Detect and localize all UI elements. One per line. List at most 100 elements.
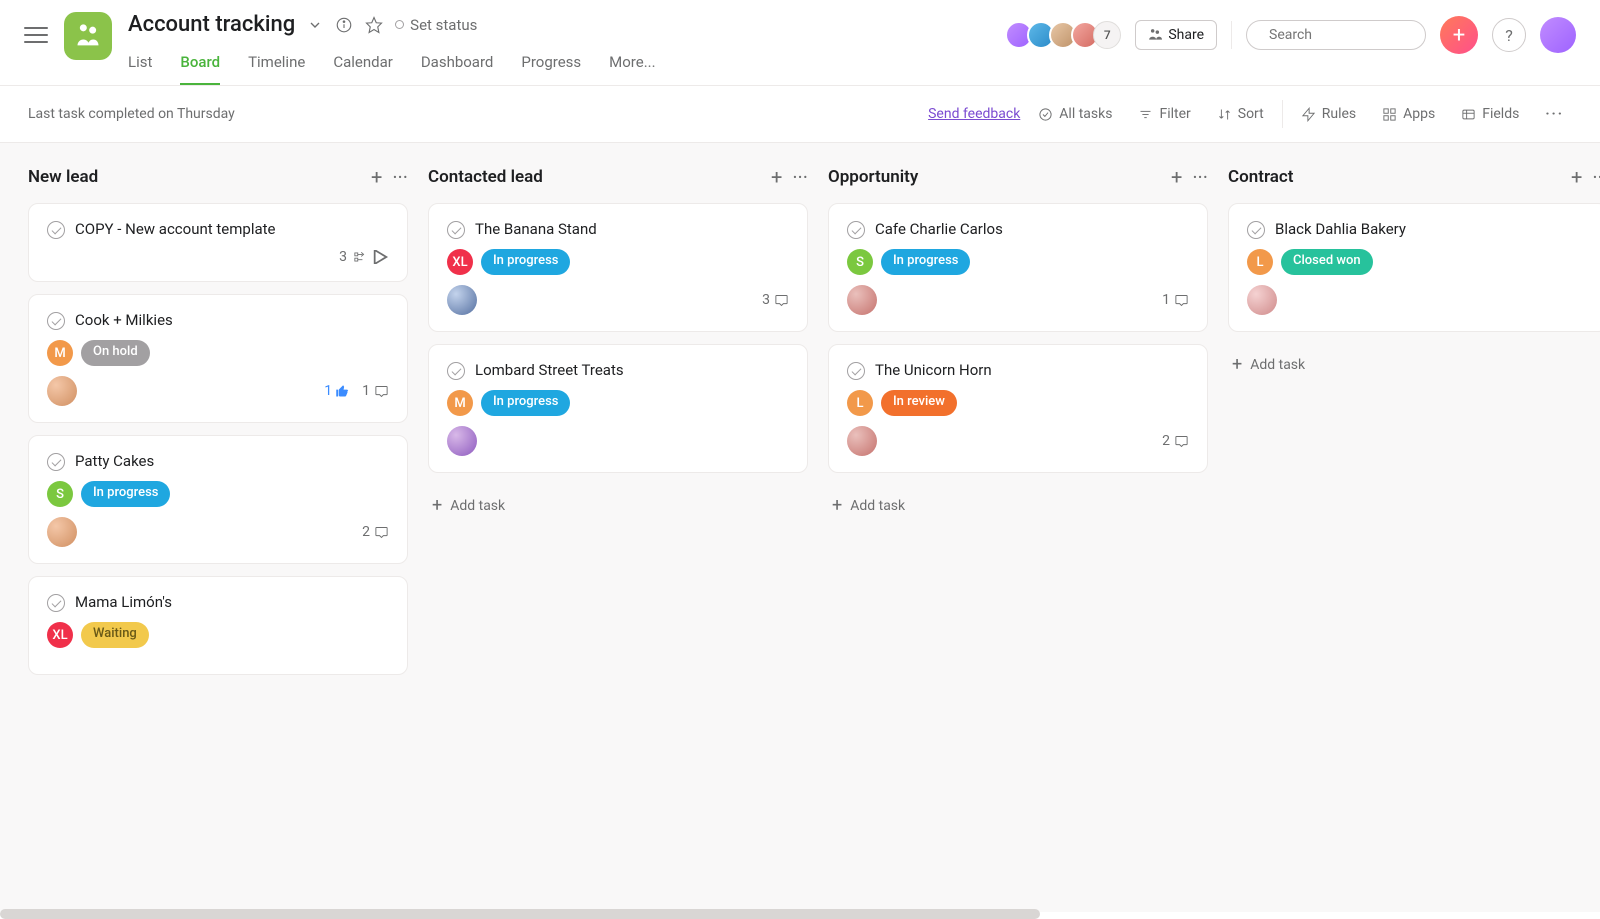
card-name: Cafe Charlie Carlos xyxy=(875,220,1003,238)
tab-dashboard[interactable]: Dashboard xyxy=(421,45,494,85)
set-status[interactable]: Set status xyxy=(395,16,477,34)
project-title[interactable]: Account tracking xyxy=(128,12,295,37)
assignee-avatar[interactable] xyxy=(847,426,877,456)
column-title[interactable]: New lead xyxy=(28,167,361,187)
assignee-avatar[interactable] xyxy=(447,285,477,315)
member-avatars[interactable]: 7 xyxy=(1011,21,1121,49)
tag-pill[interactable]: Closed won xyxy=(1281,249,1373,275)
card[interactable]: Black Dahlia BakeryLClosed won xyxy=(1228,203,1600,332)
apps-button[interactable]: Apps xyxy=(1374,102,1443,126)
tag-pill[interactable]: L xyxy=(1247,249,1273,275)
column-title[interactable]: Contract xyxy=(1228,167,1561,187)
complete-toggle[interactable] xyxy=(47,312,65,330)
fields-button[interactable]: Fields xyxy=(1453,102,1527,126)
tag-pill[interactable]: In review xyxy=(881,390,957,416)
help-button[interactable]: ? xyxy=(1492,18,1526,52)
tag-pill[interactable]: In progress xyxy=(881,249,970,275)
card[interactable]: Cook + MilkiesMOn hold1 1 xyxy=(28,294,408,423)
assignee-avatar[interactable] xyxy=(447,426,477,456)
card-name: COPY - New account template xyxy=(75,220,276,238)
more-options[interactable]: ··· xyxy=(1537,102,1572,126)
add-task-button[interactable]: + Add task xyxy=(1228,344,1600,385)
assignee-avatar[interactable] xyxy=(47,517,77,547)
filter-button[interactable]: Filter xyxy=(1130,102,1198,126)
tab-more[interactable]: More... xyxy=(609,45,655,85)
card[interactable]: The Banana StandXLIn progress3 xyxy=(428,203,808,332)
card[interactable]: Cafe Charlie CarlosS In progress 1 xyxy=(828,203,1208,332)
tag-pill[interactable]: XL xyxy=(47,622,73,648)
tag-pill[interactable]: XL xyxy=(447,249,473,275)
tag-pill[interactable]: Waiting xyxy=(81,622,149,648)
column-menu[interactable]: ··· xyxy=(1592,167,1600,187)
quick-add-button[interactable]: + xyxy=(1440,16,1478,54)
search-input[interactable] xyxy=(1246,20,1426,50)
add-card-button[interactable]: + xyxy=(1171,167,1182,187)
comment-count[interactable]: 1 xyxy=(1162,292,1189,308)
comment-count[interactable]: 2 xyxy=(1162,433,1189,449)
add-card-button[interactable]: + xyxy=(1571,167,1582,187)
complete-toggle[interactable] xyxy=(47,221,65,239)
share-button[interactable]: Share xyxy=(1135,20,1217,50)
tab-progress[interactable]: Progress xyxy=(521,45,581,85)
tab-timeline[interactable]: Timeline xyxy=(248,45,305,85)
complete-toggle[interactable] xyxy=(47,453,65,471)
complete-toggle[interactable] xyxy=(1247,221,1265,239)
complete-toggle[interactable] xyxy=(847,221,865,239)
column: Opportunity + ··· Cafe Charlie CarlosS In pr… xyxy=(828,167,1208,526)
assignee-avatar[interactable] xyxy=(1247,285,1277,315)
info-icon[interactable] xyxy=(335,16,353,34)
complete-toggle[interactable] xyxy=(47,594,65,612)
tag-pill[interactable]: L xyxy=(847,390,873,416)
column-menu[interactable]: ··· xyxy=(1192,167,1208,187)
send-feedback-link[interactable]: Send feedback xyxy=(928,106,1020,122)
tag-pill[interactable]: S xyxy=(47,481,73,507)
tag-pill[interactable]: M xyxy=(47,340,73,366)
rules-button[interactable]: Rules xyxy=(1293,102,1364,126)
card-name: Mama Limón's xyxy=(75,593,172,611)
menu-toggle[interactable] xyxy=(24,22,48,48)
sort-button[interactable]: Sort xyxy=(1209,102,1272,126)
project-icon xyxy=(64,12,112,60)
horizontal-scrollbar[interactable] xyxy=(0,909,1040,919)
card-name: Lombard Street Treats xyxy=(475,361,624,379)
tag-pill[interactable]: On hold xyxy=(81,340,150,366)
assignee-avatar[interactable] xyxy=(47,376,77,406)
card[interactable]: The Unicorn HornLIn review2 xyxy=(828,344,1208,473)
like-count[interactable]: 1 xyxy=(324,383,350,399)
card[interactable]: Mama Limón'sXL Waiting xyxy=(28,576,408,675)
card-name: Patty Cakes xyxy=(75,452,154,470)
assignee-avatar[interactable] xyxy=(847,285,877,315)
add-task-button[interactable]: + Add task xyxy=(428,485,808,526)
tab-list[interactable]: List xyxy=(128,45,152,85)
star-icon[interactable] xyxy=(365,16,383,34)
all-tasks-filter[interactable]: All tasks xyxy=(1030,102,1120,126)
column-menu[interactable]: ··· xyxy=(792,167,808,187)
tab-calendar[interactable]: Calendar xyxy=(333,45,393,85)
comment-count[interactable]: 1 xyxy=(362,383,389,399)
card[interactable]: COPY - New account template 3 xyxy=(28,203,408,282)
tag-pill[interactable]: In progress xyxy=(81,481,170,507)
comment-count[interactable]: 2 xyxy=(362,524,389,540)
column-menu[interactable]: ··· xyxy=(392,167,408,187)
add-card-button[interactable]: + xyxy=(771,167,782,187)
subtask-count[interactable]: 3 xyxy=(339,249,389,265)
add-task-button[interactable]: + Add task xyxy=(828,485,1208,526)
tag-pill[interactable]: M xyxy=(447,390,473,416)
complete-toggle[interactable] xyxy=(447,221,465,239)
complete-toggle[interactable] xyxy=(447,362,465,380)
profile-avatar[interactable] xyxy=(1540,17,1576,53)
complete-toggle[interactable] xyxy=(847,362,865,380)
column-title[interactable]: Opportunity xyxy=(828,167,1161,187)
column: New lead + ··· COPY - New account template 3… xyxy=(28,167,408,687)
tag-pill[interactable]: In progress xyxy=(481,249,570,275)
tag-pill[interactable]: S xyxy=(847,249,873,275)
add-card-button[interactable]: + xyxy=(371,167,382,187)
avatar-overflow[interactable]: 7 xyxy=(1093,21,1121,49)
tab-board[interactable]: Board xyxy=(180,45,220,85)
tag-pill[interactable]: In progress xyxy=(481,390,570,416)
card[interactable]: Patty CakesS In progress 2 xyxy=(28,435,408,564)
column-title[interactable]: Contacted lead xyxy=(428,167,761,187)
card[interactable]: Lombard Street TreatsM In progress xyxy=(428,344,808,473)
chevron-down-icon[interactable] xyxy=(307,17,323,33)
comment-count[interactable]: 3 xyxy=(762,292,789,308)
